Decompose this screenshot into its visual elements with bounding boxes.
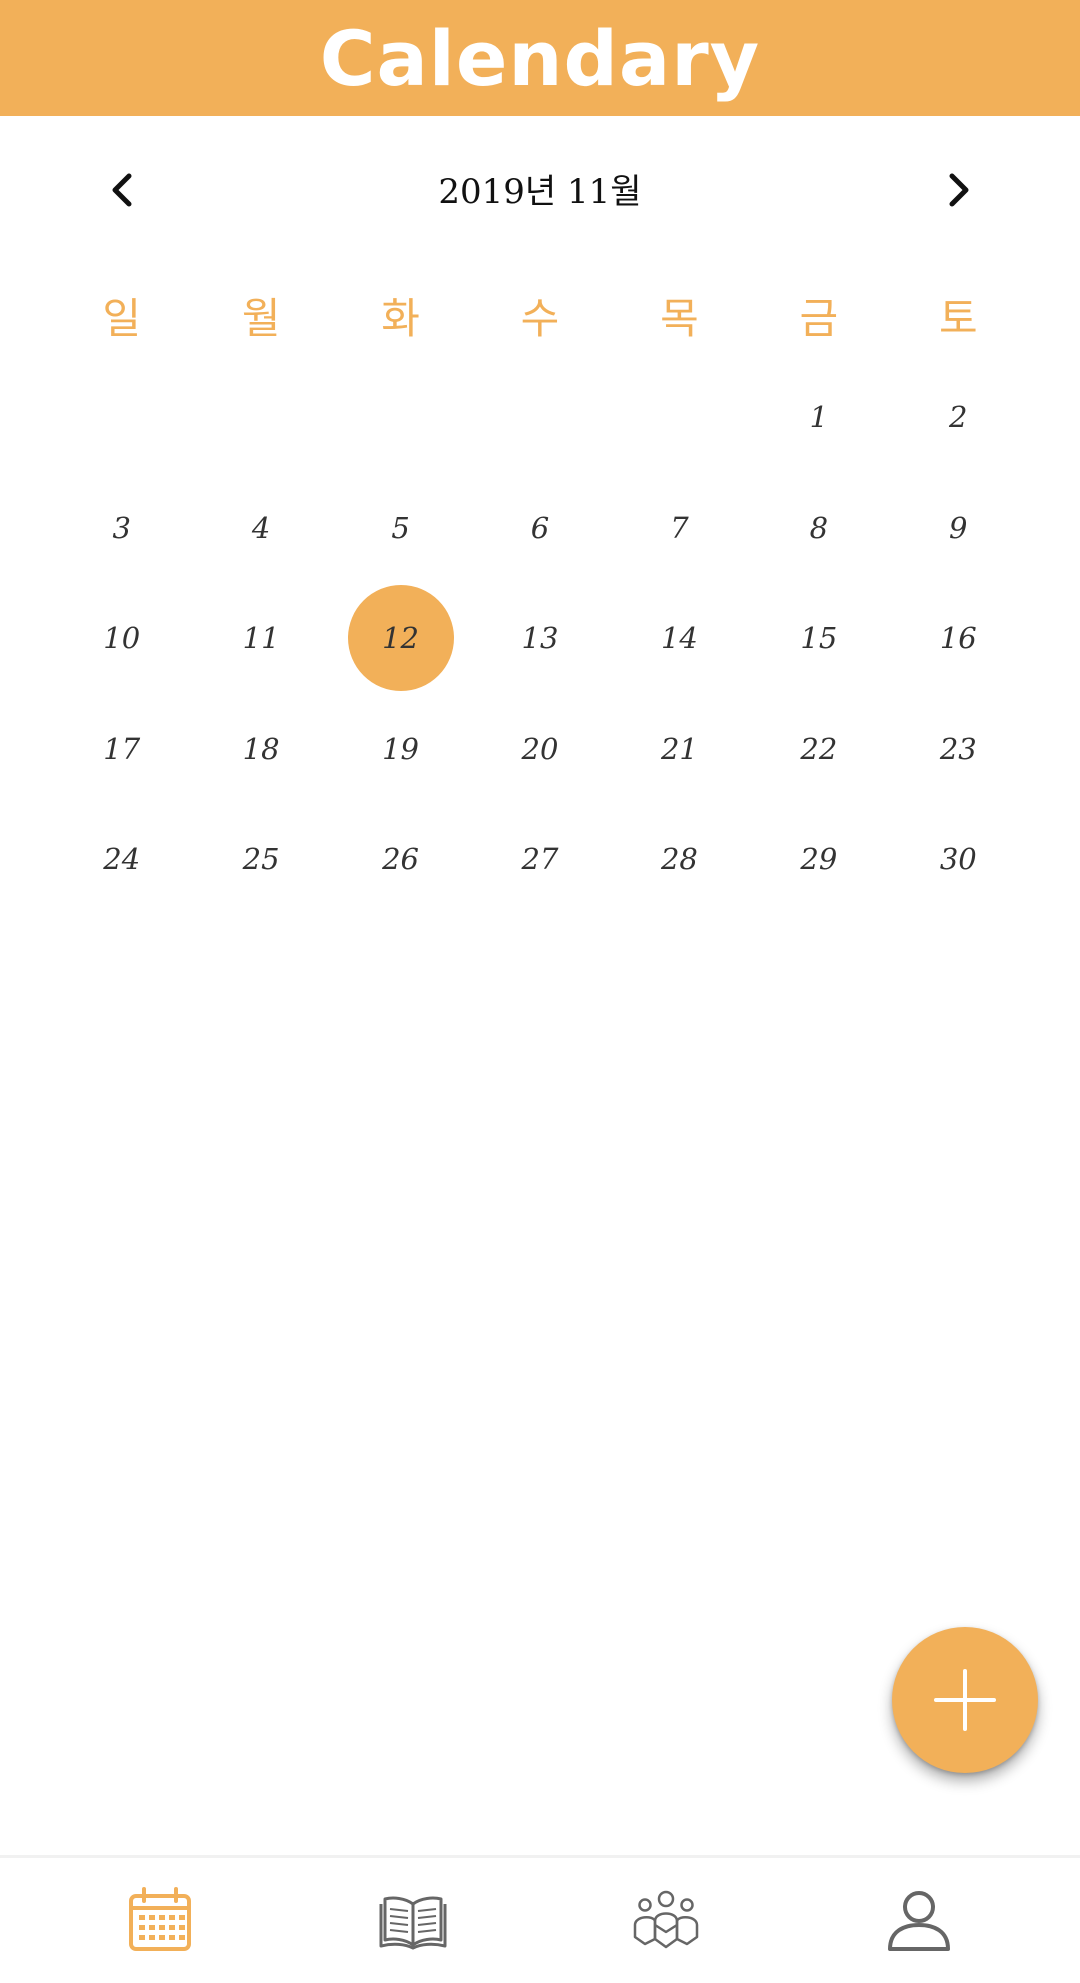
day-cell[interactable]: 20 [470,694,609,805]
calendar-icon [129,1887,191,1951]
day-cell[interactable]: 5 [331,473,470,584]
day-number [626,364,732,470]
day-cell[interactable]: 11 [191,583,330,694]
day-cell[interactable]: 26 [331,804,470,915]
day-number [487,364,593,470]
day-number: 21 [660,731,698,766]
day-cell[interactable]: 21 [610,694,749,805]
next-month-button[interactable] [927,158,991,222]
empty-day-cell [52,362,191,473]
day-cell[interactable]: 15 [749,583,888,694]
weekday-label: 토 [938,293,978,343]
day-number: 13 [521,621,559,656]
weekday-label: 금 [799,293,839,343]
day-number: 19 [382,731,420,766]
day-cell[interactable]: 7 [610,473,749,584]
day-cell[interactable]: 4 [191,473,330,584]
day-cell[interactable]: 27 [470,804,609,915]
day-number: 11 [242,621,280,656]
day-number: 25 [242,842,280,877]
day-cell[interactable]: 23 [889,694,1028,805]
day-cell[interactable]: 18 [191,694,330,805]
weekday-label: 목 [660,293,699,343]
day-cell[interactable]: 1 [749,362,888,473]
book-icon [379,1896,447,1950]
weekday-label: 일 [102,293,142,343]
day-number: 10 [103,621,141,656]
empty-day-cell [610,362,749,473]
bottom-navigation [0,1855,1080,1983]
day-cell[interactable]: 24 [52,804,191,915]
day-cell[interactable]: 3 [52,473,191,584]
day-number [69,364,175,470]
day-cell[interactable]: 19 [331,694,470,805]
day-cell[interactable]: 29 [749,804,888,915]
day-number: 8 [809,510,829,545]
day-cell[interactable]: 14 [610,583,749,694]
day-cell[interactable]: 9 [889,473,1028,584]
day-number: 6 [530,510,550,545]
day-number: 1 [809,400,829,435]
nav-group[interactable] [626,1880,706,1960]
day-cell[interactable]: 30 [889,804,1028,915]
day-number: 20 [521,731,559,766]
day-number: 30 [939,842,977,877]
empty-day-cell [191,362,330,473]
day-number: 22 [800,731,838,766]
day-cell[interactable]: 6 [470,473,609,584]
day-number: 24 [103,842,141,877]
chevron-right-icon [949,173,969,207]
day-number: 14 [660,621,698,656]
app-title: Calendary [319,13,761,103]
day-number: 17 [103,731,141,766]
day-cell[interactable]: 2 [889,362,1028,473]
day-number: 5 [391,510,410,545]
app-screen: Calendary 2019년 11월 일 월 화 수 목 금 토 123456… [0,0,1080,1983]
day-number: 26 [382,842,420,877]
group-icon [633,1890,699,1949]
plus-icon [934,1669,996,1731]
day-number: 15 [800,621,838,656]
day-cell[interactable]: 8 [749,473,888,584]
day-cell[interactable]: 13 [470,583,609,694]
day-cell[interactable]: 25 [191,804,330,915]
day-number: 23 [939,731,977,766]
month-label: 2019년 11월 [438,172,642,212]
day-number: 4 [251,510,271,545]
day-cell[interactable]: 22 [749,694,888,805]
weekday-label: 수 [520,293,560,343]
empty-day-cell [331,362,470,473]
empty-day-cell [470,362,609,473]
day-number: 7 [670,510,689,545]
day-number: 29 [800,842,838,877]
day-number: 3 [112,510,131,545]
user-icon [888,1891,950,1951]
day-number: 18 [242,731,280,766]
calendar-days-grid: 1 2 3 4 5 6 7 8 9 10 11 12 13 14 15 16 17 18 19 20 21 22 23 24 2… [52,362,1028,915]
month-navigation: 2019년 11월 [0,150,1080,230]
day-cell[interactable]: 10 [52,583,191,694]
weekday-label: 화 [381,293,420,343]
day-number: 27 [521,842,559,877]
day-number: 12 [347,585,454,692]
app-header: Calendary [0,0,1080,116]
day-cell[interactable]: 17 [52,694,191,805]
day-cell[interactable]: 16 [889,583,1028,694]
day-number: 9 [949,510,968,545]
nav-diary[interactable] [373,1880,453,1960]
day-number: 16 [939,621,977,656]
day-number [208,364,314,470]
day-cell[interactable]: 28 [610,804,749,915]
nav-calendar[interactable] [120,1880,200,1960]
weekday-header-row: 일 월 화 수 목 금 토 [52,280,1028,350]
day-cell-selected[interactable]: 12 [331,583,470,694]
day-number: 2 [949,400,968,435]
weekday-label: 월 [241,293,281,343]
add-event-button[interactable] [892,1627,1038,1773]
nav-profile[interactable] [879,1880,959,1960]
day-number [348,364,454,470]
day-number: 28 [660,842,698,877]
